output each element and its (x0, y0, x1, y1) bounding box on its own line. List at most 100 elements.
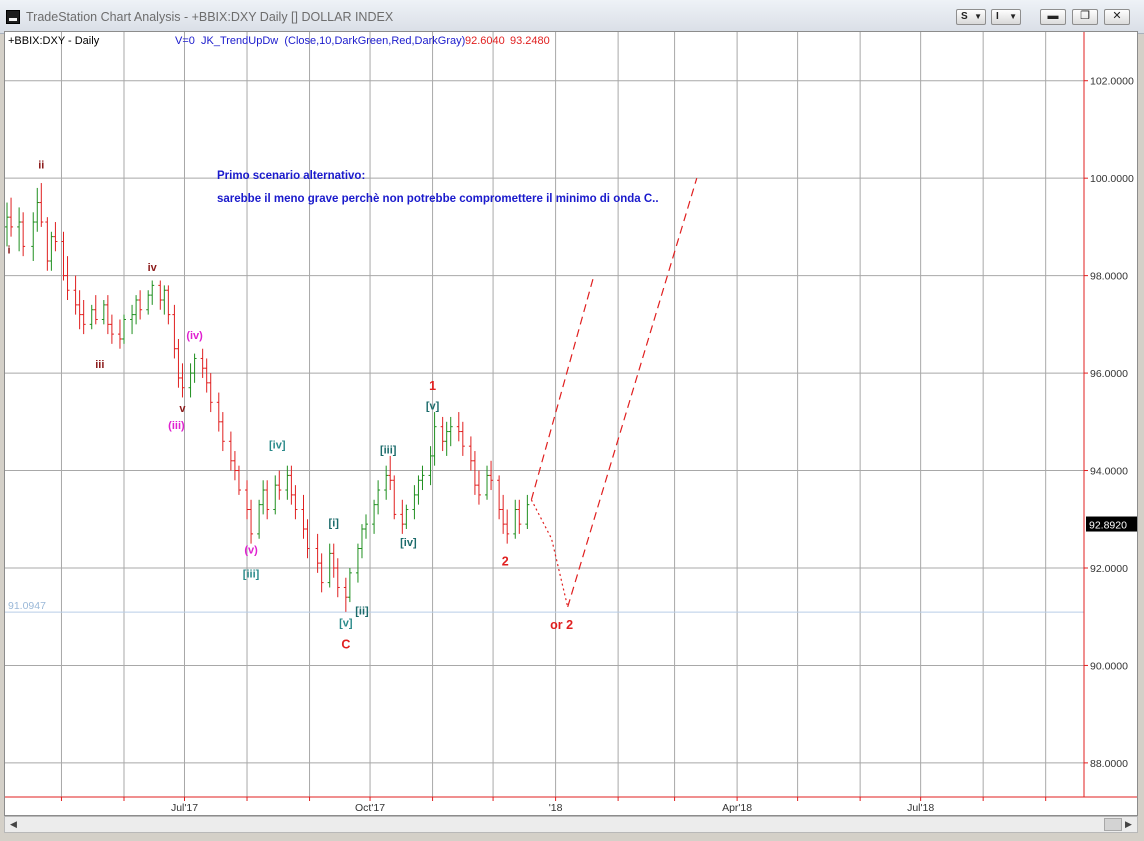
price-bar (517, 499, 522, 534)
wave-label: iii (95, 359, 104, 371)
price-bar (117, 319, 122, 349)
price-bar (49, 231, 54, 271)
window-title: TradeStation Chart Analysis - +BBIX:DXY … (26, 10, 394, 24)
chart-area[interactable]: i ii iii iv v (iv) (iii) (v) [iii] [iv] [i] [ii] [v]… (4, 31, 1138, 816)
indicator-value-2: 93.2480 (510, 35, 550, 47)
window-title-bar: TradeStation Chart Analysis - +BBIX:DXY … (0, 0, 1144, 34)
price-bar (301, 494, 306, 539)
price-bar (105, 295, 110, 335)
s-dropdown-button[interactable]: S ▼ (956, 9, 986, 25)
price-bars (5, 183, 530, 612)
price-bar (420, 465, 425, 491)
price-bar (388, 455, 393, 491)
price-tick-label: 96.0000 (1090, 368, 1128, 380)
wave-label: C (341, 637, 350, 651)
price-bar (138, 290, 143, 320)
close-button[interactable]: ✕ (1104, 9, 1130, 25)
price-bar (101, 299, 106, 325)
price-bar (489, 460, 494, 491)
indicator-value-1: 92.6040 (465, 35, 505, 47)
maximize-button[interactable]: ❐ (1072, 9, 1098, 25)
price-bar (109, 314, 114, 344)
price-bar (505, 509, 510, 544)
price-bar (192, 353, 197, 383)
price-bar (440, 416, 445, 452)
price-bar (525, 494, 530, 530)
price-bar (392, 475, 397, 520)
price-bar (216, 392, 221, 432)
price-bar (293, 485, 298, 520)
price-bar (472, 451, 477, 495)
time-tick-label: Oct'17 (355, 802, 385, 814)
wave-label: [v] (426, 401, 440, 413)
price-chart[interactable]: iiiiiiivv(iv)(iii)(v)[iii][iv][i][ii][v]… (5, 32, 1137, 815)
price-bar (65, 256, 70, 300)
price-bar (444, 421, 449, 456)
price-bar (150, 280, 155, 305)
s-label: S (961, 11, 968, 22)
price-bar (497, 475, 502, 520)
price-bar (39, 183, 44, 227)
price-bar (121, 314, 126, 344)
wave-label: ii (38, 159, 44, 171)
i-dropdown-button[interactable]: I ▼ (991, 9, 1021, 25)
price-bar (61, 231, 66, 281)
price-bar (428, 446, 433, 486)
price-bar (273, 475, 278, 515)
scroll-left-arrow-icon[interactable]: ◀ (6, 818, 21, 831)
wave-label: [i] (329, 518, 340, 530)
price-bar (501, 494, 506, 534)
price-bar (208, 373, 213, 413)
price-bar (158, 280, 163, 310)
wave-label: [iii] (243, 569, 260, 581)
price-bar (130, 304, 135, 335)
price-bar (31, 212, 36, 262)
price-bar (172, 304, 177, 359)
price-bar (21, 212, 26, 257)
price-bar (5, 202, 10, 247)
price-bar (180, 363, 185, 398)
wave-label: (iv) (186, 330, 203, 342)
price-tick-label: 102.0000 (1090, 76, 1134, 88)
grid (5, 32, 1084, 797)
price-bar (513, 499, 518, 539)
price-bar (343, 577, 348, 612)
minimize-button[interactable]: ▬ (1040, 9, 1066, 25)
price-bar (9, 197, 14, 237)
time-axis: Jul'17 Oct'17 '18 Apr'18 Jul'18 (5, 796, 1137, 814)
price-bar (176, 338, 181, 388)
wave-label: iv (148, 262, 158, 274)
price-tick-label: 94.0000 (1090, 466, 1128, 478)
price-bar (77, 290, 82, 330)
scroll-thumb[interactable] (1104, 818, 1122, 831)
price-bar (305, 519, 310, 559)
time-tick-label: '18 (549, 802, 563, 814)
wave-label: (iii) (168, 420, 185, 432)
app-icon (6, 10, 20, 24)
wave-label: [v] (339, 617, 353, 629)
i-label: I (996, 11, 999, 22)
price-bar (249, 499, 254, 544)
annotation-line-1: Primo scenario alternativo: (217, 170, 365, 182)
price-bar (315, 533, 320, 573)
projection-line-dotted (530, 499, 569, 608)
wave-label: [iii] (380, 444, 397, 456)
price-bar (331, 543, 336, 578)
chevron-down-icon: ▼ (974, 12, 982, 21)
price-bar (53, 222, 58, 252)
wave-label: 1 (429, 379, 436, 393)
wave-label: v (179, 403, 186, 415)
price-bar (35, 187, 40, 232)
price-bar (460, 421, 465, 456)
price-bar (376, 480, 381, 515)
wave-label: (v) (244, 544, 258, 556)
wave-label: or 2 (550, 618, 573, 632)
projection-line-upper (530, 275, 595, 500)
horizontal-scrollbar[interactable]: ◀ ▶ (4, 816, 1138, 833)
price-bar (412, 485, 417, 520)
price-bar (289, 465, 294, 505)
price-bar (261, 480, 266, 515)
scroll-right-arrow-icon[interactable]: ▶ (1121, 818, 1136, 831)
projection-line-lower (567, 178, 698, 608)
price-bar (220, 412, 225, 452)
